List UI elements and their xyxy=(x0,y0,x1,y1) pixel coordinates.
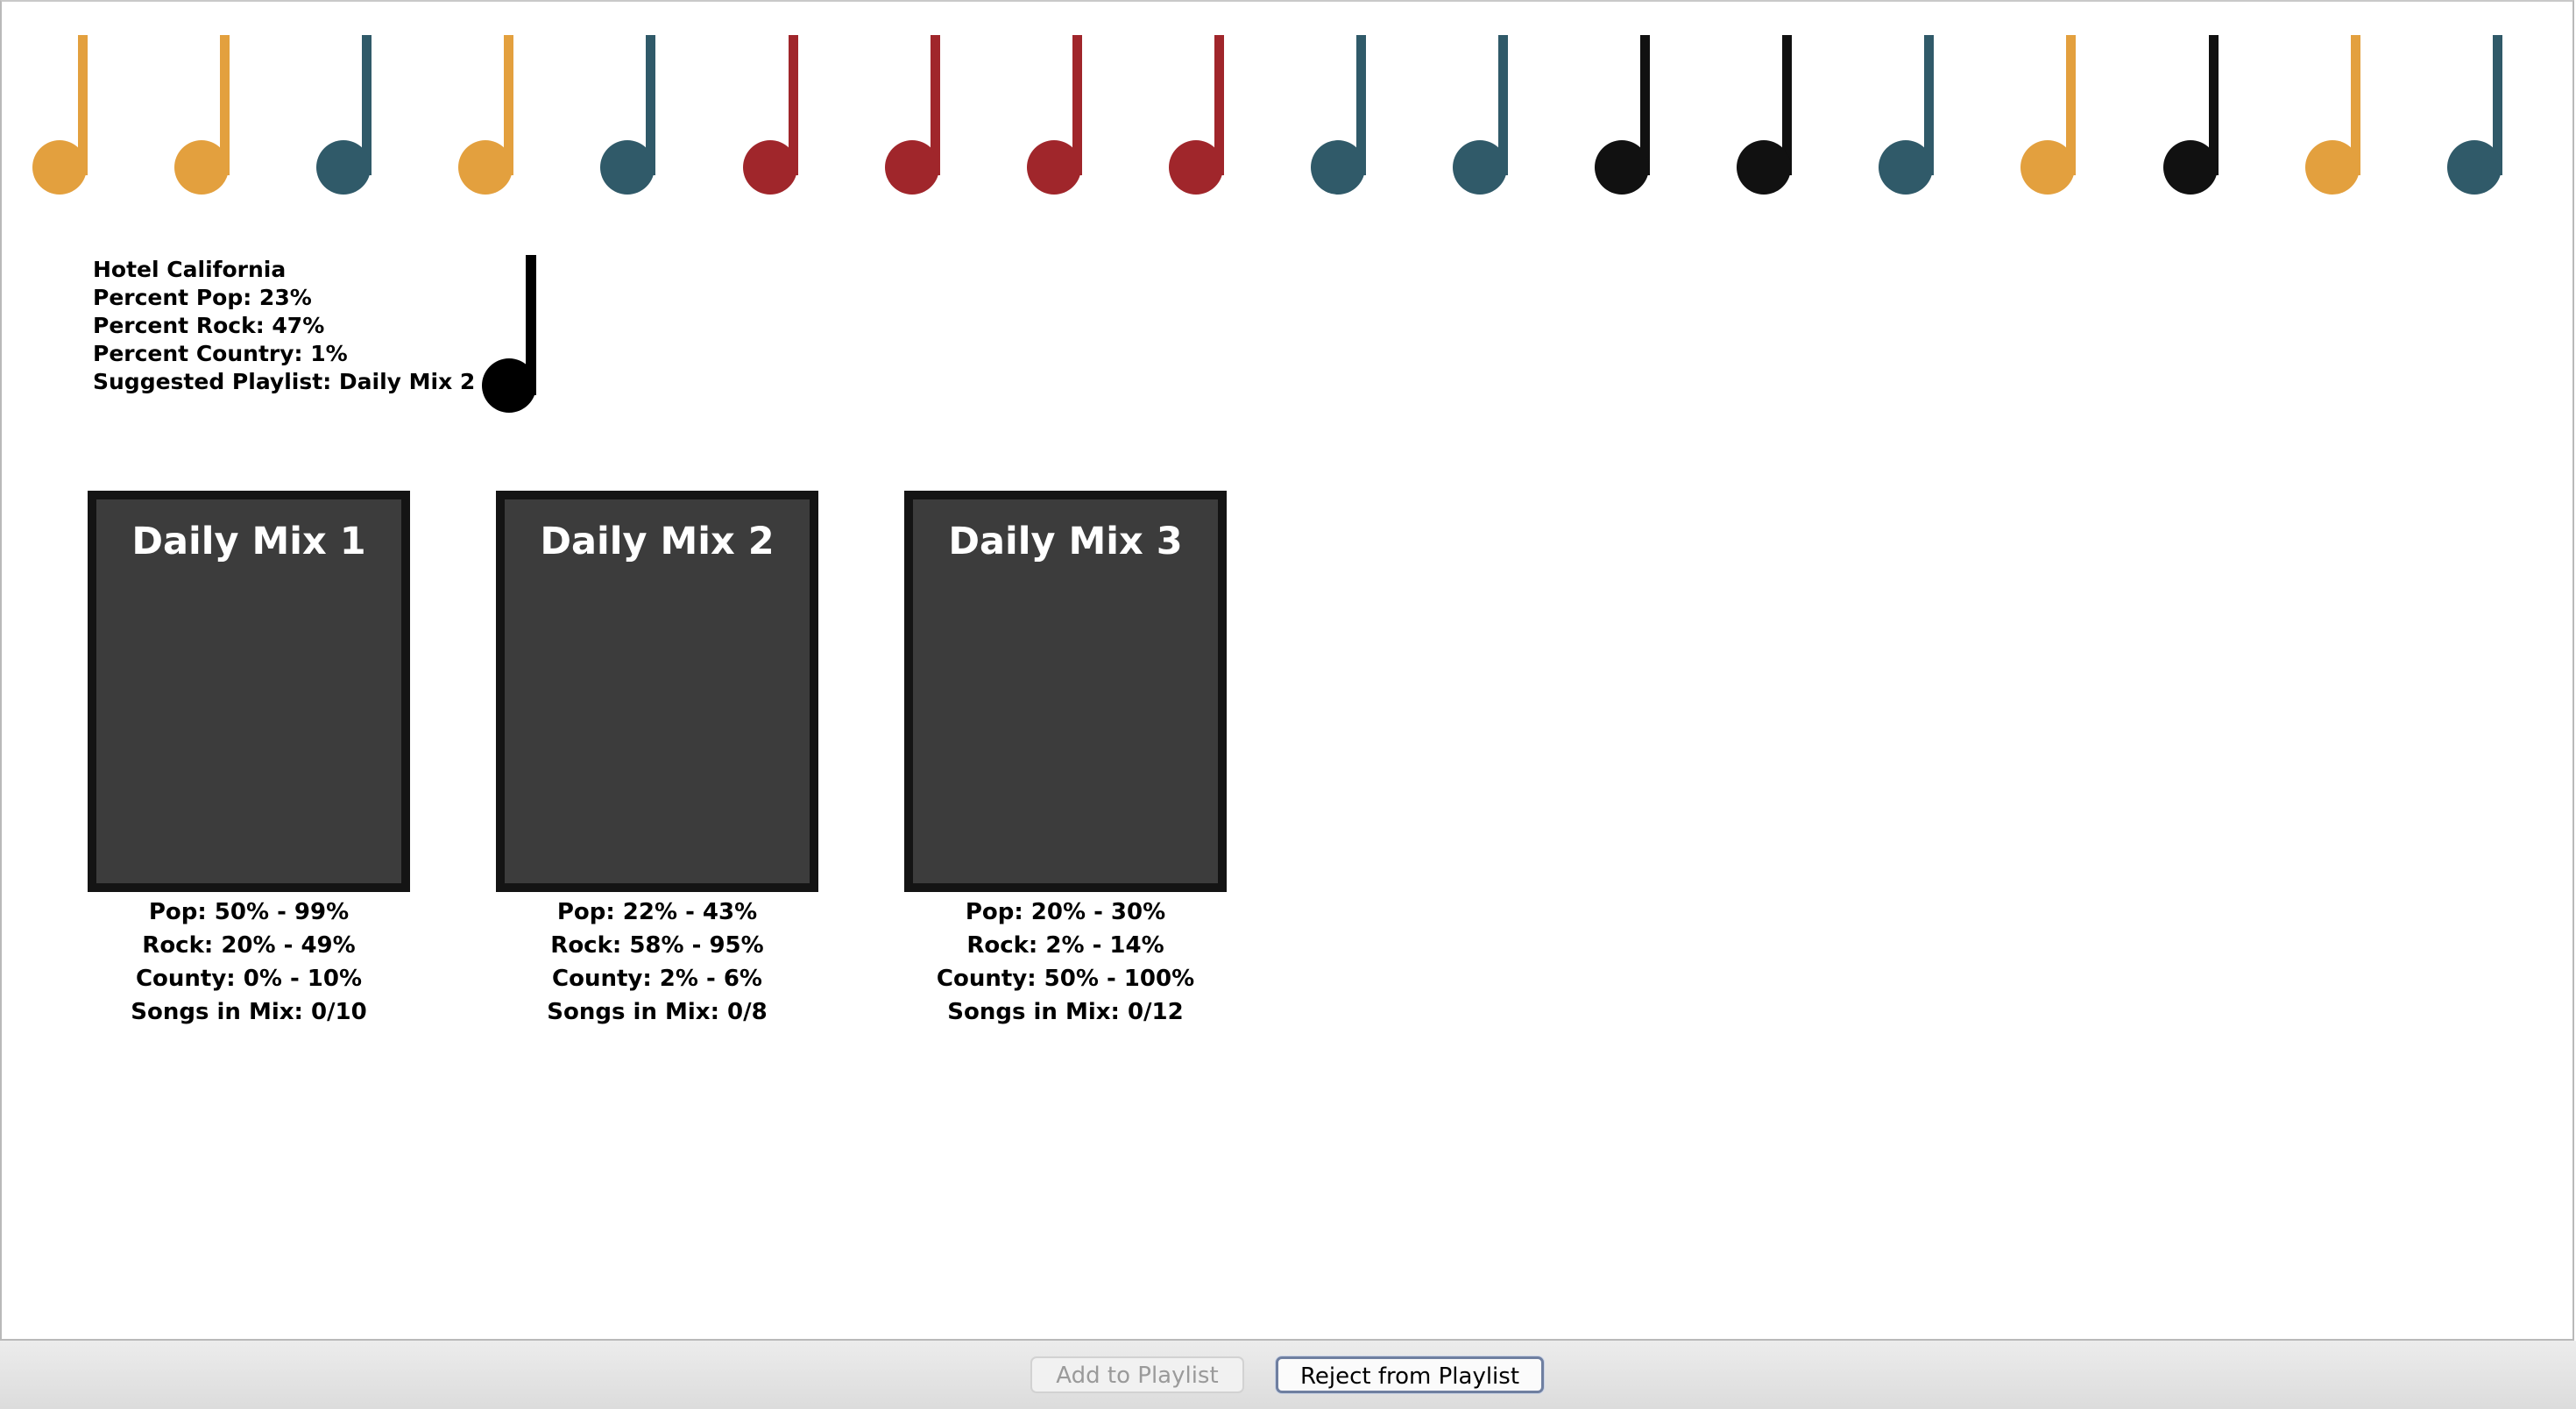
note-head xyxy=(1737,140,1791,195)
music-note-icon[interactable] xyxy=(1451,35,1512,196)
playlist-card-daily-mix-2[interactable]: Daily Mix 2 xyxy=(496,491,818,892)
note-head xyxy=(2447,140,2502,195)
note-head xyxy=(2163,140,2218,195)
music-note-icon[interactable] xyxy=(1593,35,1654,196)
reject-from-playlist-button[interactable]: Reject from Playlist xyxy=(1276,1356,1544,1393)
county-range: County: 50% - 100% xyxy=(936,966,1195,992)
note-head xyxy=(174,140,229,195)
note-head xyxy=(1169,140,1223,195)
note-head xyxy=(482,358,536,413)
playlist-title: Daily Mix 1 xyxy=(131,520,366,563)
music-note-icon[interactable] xyxy=(1167,35,1228,196)
song-canvas: Hotel California Percent Pop: 23% Percen… xyxy=(0,0,2574,1341)
music-note-icon[interactable] xyxy=(2019,35,2080,196)
note-head xyxy=(316,140,371,195)
music-note-icon[interactable] xyxy=(31,35,92,196)
pop-range: Pop: 22% - 43% xyxy=(556,899,758,925)
pop-range: Pop: 50% - 99% xyxy=(148,899,350,925)
note-head xyxy=(1879,140,1933,195)
music-note-icon[interactable] xyxy=(1877,35,1938,196)
add-to-playlist-button[interactable]: Add to Playlist xyxy=(1030,1356,1244,1393)
note-head xyxy=(1595,140,1649,195)
music-note-icon[interactable] xyxy=(173,35,234,196)
note-head xyxy=(1311,140,1365,195)
playlist-card-daily-mix-3[interactable]: Daily Mix 3 xyxy=(904,491,1227,892)
county-range: County: 2% - 6% xyxy=(552,966,762,992)
playlist-title: Daily Mix 2 xyxy=(540,520,775,563)
music-note-icon[interactable] xyxy=(2162,35,2223,196)
music-note-icon[interactable] xyxy=(741,35,803,196)
playlist-stats-daily-mix-3: Pop: 20% - 30% Rock: 2% - 14% County: 50… xyxy=(904,896,1227,1029)
note-head xyxy=(885,140,939,195)
music-note-icon[interactable] xyxy=(883,35,945,196)
note-head xyxy=(743,140,797,195)
rock-range: Rock: 20% - 49% xyxy=(142,932,356,959)
percent-country: Percent Country: 1% xyxy=(93,341,348,366)
song-title: Hotel California xyxy=(93,257,287,282)
playlist-stats-daily-mix-1: Pop: 50% - 99% Rock: 20% - 49% County: 0… xyxy=(88,896,410,1029)
music-note-icon[interactable] xyxy=(315,35,376,196)
county-range: County: 0% - 10% xyxy=(135,966,363,992)
music-note-icon[interactable] xyxy=(1309,35,1370,196)
playlist-card-daily-mix-1[interactable]: Daily Mix 1 xyxy=(88,491,410,892)
songs-in-mix: Songs in Mix: 0/8 xyxy=(547,999,768,1025)
music-note-icon[interactable] xyxy=(1735,35,1796,196)
note-head xyxy=(1027,140,1081,195)
rock-range: Rock: 2% - 14% xyxy=(966,932,1164,959)
note-head xyxy=(2020,140,2075,195)
current-song-note-icon[interactable] xyxy=(482,255,543,416)
note-head xyxy=(2305,140,2360,195)
pop-range: Pop: 20% - 30% xyxy=(965,899,1166,925)
rock-range: Rock: 58% - 95% xyxy=(550,932,764,959)
bottom-toolbar: Add to Playlist Reject from Playlist xyxy=(0,1341,2576,1409)
songs-in-mix: Songs in Mix: 0/10 xyxy=(131,999,367,1025)
music-note-icon[interactable] xyxy=(2304,35,2365,196)
suggested-playlist: Suggested Playlist: Daily Mix 2 xyxy=(93,369,476,394)
playlist-stats-daily-mix-2: Pop: 22% - 43% Rock: 58% - 95% County: 2… xyxy=(496,896,818,1029)
current-song-info: Hotel California Percent Pop: 23% Percen… xyxy=(93,256,475,396)
music-note-icon[interactable] xyxy=(456,35,518,196)
note-head xyxy=(458,140,513,195)
note-head xyxy=(1453,140,1507,195)
note-head xyxy=(600,140,655,195)
percent-pop: Percent Pop: 23% xyxy=(93,285,312,310)
music-note-icon[interactable] xyxy=(2445,35,2507,196)
note-head xyxy=(32,140,87,195)
music-note-icon[interactable] xyxy=(598,35,660,196)
songs-in-mix: Songs in Mix: 0/12 xyxy=(947,999,1184,1025)
percent-rock: Percent Rock: 47% xyxy=(93,313,325,338)
playlist-title: Daily Mix 3 xyxy=(948,520,1183,563)
music-note-icon[interactable] xyxy=(1025,35,1086,196)
